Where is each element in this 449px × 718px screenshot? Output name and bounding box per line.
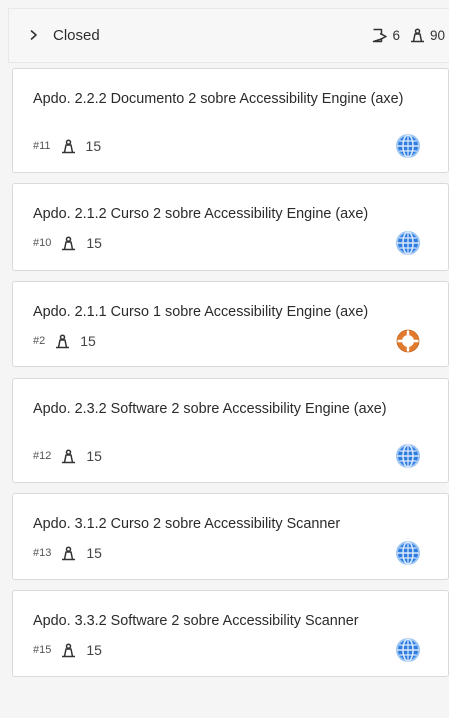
work-item-card[interactable]: Apdo. 2.1.2 Curso 2 sobre Accessibility …: [12, 183, 449, 271]
card-id: #2: [33, 335, 46, 347]
globe-icon: [396, 444, 420, 468]
weight-icon: [61, 138, 75, 153]
weight-icon: [62, 235, 76, 250]
card-points: 15: [86, 642, 102, 658]
card-title[interactable]: Apdo. 3.3.2 Software 2 sobre Accessibili…: [33, 613, 428, 630]
card-title[interactable]: Apdo. 2.3.2 Software 2 sobre Accessibili…: [33, 401, 428, 418]
chevron-right-icon[interactable]: [27, 28, 41, 42]
card-id: #15: [33, 644, 52, 656]
column-points-total: 90: [429, 27, 445, 43]
weight-icon: [56, 333, 70, 348]
card-id: #10: [33, 237, 52, 249]
globe-icon: [396, 134, 420, 158]
weight-icon: [62, 545, 76, 560]
card-points: 15: [80, 333, 96, 349]
lifebuoy-icon: [396, 329, 420, 353]
column-task-count: 6: [392, 27, 400, 43]
board-column-closed: Closed 6 90 Apdo. 2.2.2 Documento 2 sobr…: [0, 0, 449, 718]
task-count-icon: [373, 28, 388, 42]
column-header[interactable]: Closed 6 90: [8, 8, 449, 63]
globe-icon: [396, 638, 420, 662]
card-title[interactable]: Apdo. 2.2.2 Documento 2 sobre Accessibil…: [33, 91, 428, 108]
globe-icon: [396, 231, 420, 255]
work-item-card[interactable]: Apdo. 2.3.2 Software 2 sobre Accessibili…: [12, 378, 449, 483]
column-title: Closed: [53, 27, 100, 44]
card-title[interactable]: Apdo. 2.1.2 Curso 2 sobre Accessibility …: [33, 206, 428, 223]
work-item-card[interactable]: Apdo. 2.2.2 Documento 2 sobre Accessibil…: [12, 68, 449, 173]
card-meta: #13 15: [33, 544, 102, 562]
card-points: 15: [86, 448, 102, 464]
card-meta: #15 15: [33, 641, 102, 659]
card-meta: #12 15: [33, 447, 102, 465]
card-id: #13: [33, 547, 52, 559]
card-id: #11: [33, 140, 51, 152]
card-title[interactable]: Apdo. 3.1.2 Curso 2 sobre Accessibility …: [33, 516, 428, 533]
work-item-card[interactable]: Apdo. 3.1.2 Curso 2 sobre Accessibility …: [12, 493, 449, 580]
weight-icon: [62, 642, 76, 657]
work-item-card[interactable]: Apdo. 3.3.2 Software 2 sobre Accessibili…: [12, 590, 449, 677]
weight-icon: [62, 448, 76, 463]
column-stats: 6 90: [371, 25, 445, 45]
card-points: 15: [86, 545, 102, 561]
globe-icon: [396, 541, 420, 565]
weight-icon: [410, 27, 424, 42]
card-points: 15: [86, 235, 102, 251]
work-item-card[interactable]: Apdo. 2.1.1 Curso 1 sobre Accessibility …: [12, 281, 449, 367]
card-id: #12: [33, 450, 52, 462]
card-meta: #2 15: [33, 332, 96, 350]
card-meta: #11 15: [33, 137, 101, 155]
card-title[interactable]: Apdo. 2.1.1 Curso 1 sobre Accessibility …: [33, 304, 428, 321]
card-points: 15: [85, 138, 102, 154]
card-meta: #10 15: [33, 234, 102, 252]
